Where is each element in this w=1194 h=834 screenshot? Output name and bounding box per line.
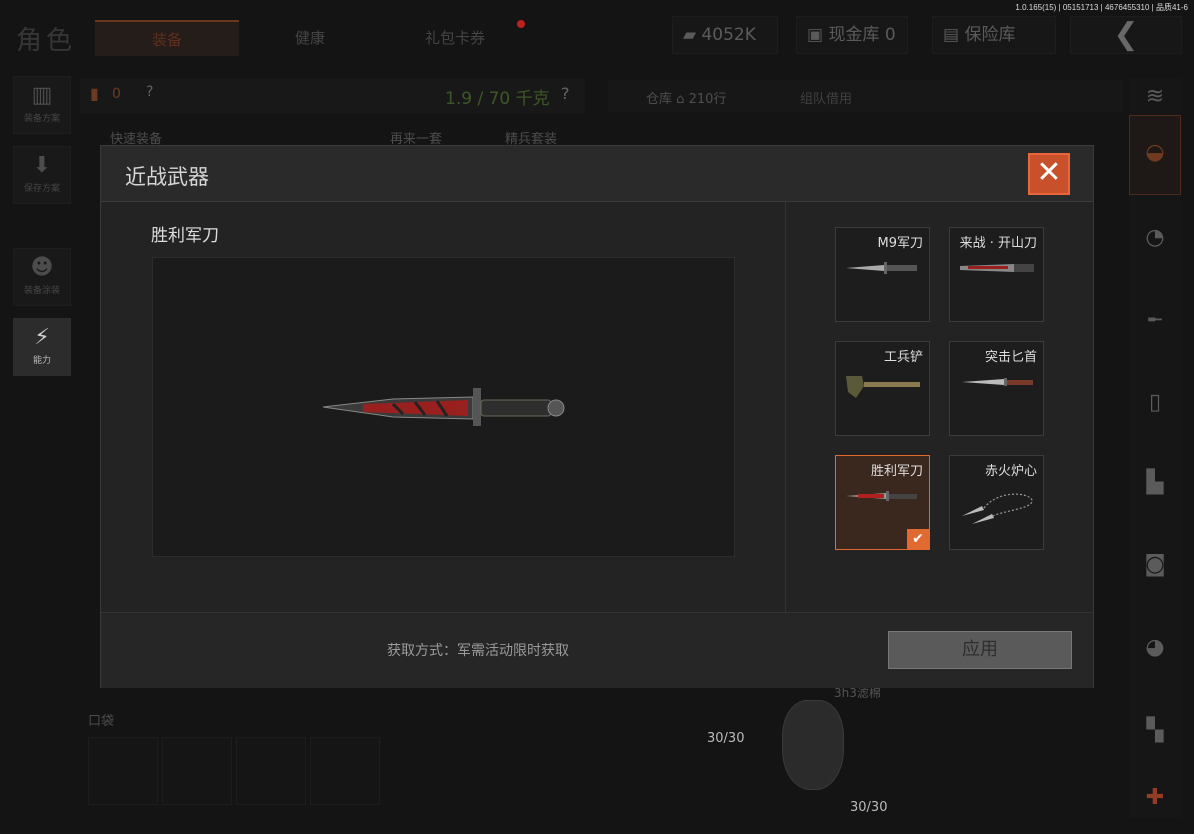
tab-health[interactable]: 健康 <box>250 20 370 56</box>
modal-title: 近战武器 <box>125 165 209 189</box>
armor-icon: ▮ <box>90 84 99 103</box>
safe-vault-button[interactable]: ▤ 保险库 <box>932 16 1056 54</box>
save-plan-label: 保存方案 <box>23 184 60 194</box>
stack-count: 30/30 <box>707 731 745 746</box>
shovel-icon <box>846 376 920 398</box>
modal-divider <box>785 202 786 612</box>
tab-equipment[interactable]: 装备 <box>95 20 239 56</box>
cash-stack-icon: ▰ <box>683 25 697 45</box>
victory-knife-icon <box>846 491 917 501</box>
close-icon: ✕ <box>1036 155 1062 190</box>
chevron-left-icon: ❮ <box>1113 17 1139 52</box>
equipment-skin-label: 装备涂装 <box>23 286 60 296</box>
kunai-icon <box>962 493 1033 524</box>
weapon-card-m9[interactable]: M9军刀 <box>835 227 930 322</box>
safe-vault-label: 保险库 <box>964 25 1016 45</box>
knife-image <box>322 388 565 426</box>
pocket-slot[interactable] <box>236 737 306 805</box>
money-amount: 4052K <box>701 25 756 45</box>
notification-dot <box>517 20 525 28</box>
misc-icon[interactable]: ▚ <box>1129 718 1181 743</box>
weapon-card-label: 赤火炉心 <box>984 464 1037 479</box>
stack-count: 30/30 <box>850 800 888 815</box>
weapon-card-label: M9军刀 <box>877 236 924 251</box>
close-button[interactable]: ✕ <box>1028 153 1070 195</box>
m9-knife-icon <box>846 262 917 274</box>
modal-header <box>101 146 1093 202</box>
loadout-plan-label: 装备方案 <box>23 114 60 124</box>
stash-tab[interactable]: 仓库 ⌂ 210行 <box>646 88 726 107</box>
machete-icon <box>960 264 1034 272</box>
weapon-card-machete[interactable]: 来战 · 开山刀 <box>949 227 1044 322</box>
home-icon: ⌂ <box>676 92 685 107</box>
stash-rows: 210行 <box>688 92 727 107</box>
selected-weapon-name: 胜利军刀 <box>151 226 219 246</box>
money-display: ▰ 4052K <box>672 16 778 54</box>
cash-vault-label: 现金库 0 <box>828 25 896 45</box>
page-title: 角色 <box>16 26 77 56</box>
back-button[interactable]: ❮ <box>1070 16 1182 54</box>
weapon-card-label: 工兵铲 <box>883 350 923 365</box>
gas-mask-item[interactable] <box>782 700 844 790</box>
tab-gift-cards[interactable]: 礼包卡券 <box>390 20 520 56</box>
weapon-card-label: 来战 · 开山刀 <box>959 236 1037 251</box>
download-icon: ⬇ <box>32 153 52 178</box>
grenade-icon[interactable]: ◕ <box>1129 635 1181 660</box>
pocket-slot[interactable] <box>310 737 380 805</box>
weapon-card-label: 胜利军刀 <box>870 464 923 479</box>
equipment-skin-button[interactable]: ☻ 装备涂装 <box>13 248 71 306</box>
weapon-card-shovel[interactable]: 工兵铲 <box>835 341 930 436</box>
lightning-icon: ⚡ <box>34 325 50 350</box>
check-icon: ✔ <box>907 529 929 549</box>
safe-icon: ▤ <box>943 25 960 45</box>
armor-rig-icon[interactable]: ◔ <box>1129 225 1181 250</box>
weapon-card-victory-saber[interactable]: 胜利军刀 ✔ <box>835 455 930 550</box>
stash-tab-label: 仓库 <box>646 92 673 107</box>
weight-readout: 1.9 / 70 千克 <box>445 89 550 109</box>
layers-icon[interactable]: ≋ <box>1129 84 1181 109</box>
weapon-card-red-furnace[interactable]: 赤火炉心 <box>949 455 1044 550</box>
helmet-icon[interactable]: ◒ <box>1129 140 1181 165</box>
acquisition-source: 获取方式：军需活动限时获取 <box>387 643 569 659</box>
help-icon[interactable]: ? <box>146 84 153 100</box>
version-info: 1.0.165(15) | 05151713 | 4676455310 | 品质… <box>1015 3 1188 12</box>
ability-label: 能力 <box>32 356 51 366</box>
weapon-preview <box>152 257 735 557</box>
vest-icon: ▥ <box>31 83 53 108</box>
weapon-card-dagger[interactable]: 突击匕首 <box>949 341 1044 436</box>
soldier-icon: ☻ <box>30 255 54 280</box>
cash-vault-button[interactable]: ▣ 现金库 0 <box>796 16 908 54</box>
melee-weapon-modal: 近战武器 ✕ 胜利军刀 M9军刀 来战 · 开山刀 工兵铲 突击匕首 胜利军刀 <box>100 145 1094 688</box>
add-icon[interactable]: ✚ <box>1129 785 1181 810</box>
team-borrow-tab[interactable]: 组队借用 <box>800 88 852 107</box>
apply-button[interactable]: 应用 <box>888 631 1072 669</box>
pocket-slot[interactable] <box>162 737 232 805</box>
backpack-icon[interactable]: ◙ <box>1129 552 1181 577</box>
medkit-icon[interactable]: ▙ <box>1129 470 1181 495</box>
weapon-card-label: 突击匕首 <box>984 350 1037 365</box>
dagger-icon <box>962 378 1033 386</box>
rifle-icon[interactable]: ╾ <box>1129 308 1181 333</box>
save-plan-button[interactable]: ⬇ 保存方案 <box>13 146 71 204</box>
armor-count: 0 <box>112 86 121 102</box>
magazine-icon[interactable]: ▯ <box>1129 390 1181 415</box>
pockets-label: 口袋 <box>88 714 115 729</box>
pocket-slot[interactable] <box>88 737 158 805</box>
weight-help-icon[interactable]: ? <box>561 84 570 103</box>
ability-button[interactable]: ⚡ 能力 <box>13 318 71 376</box>
loadout-plan-button[interactable]: ▥ 装备方案 <box>13 76 71 134</box>
vault-icon: ▣ <box>807 25 824 45</box>
